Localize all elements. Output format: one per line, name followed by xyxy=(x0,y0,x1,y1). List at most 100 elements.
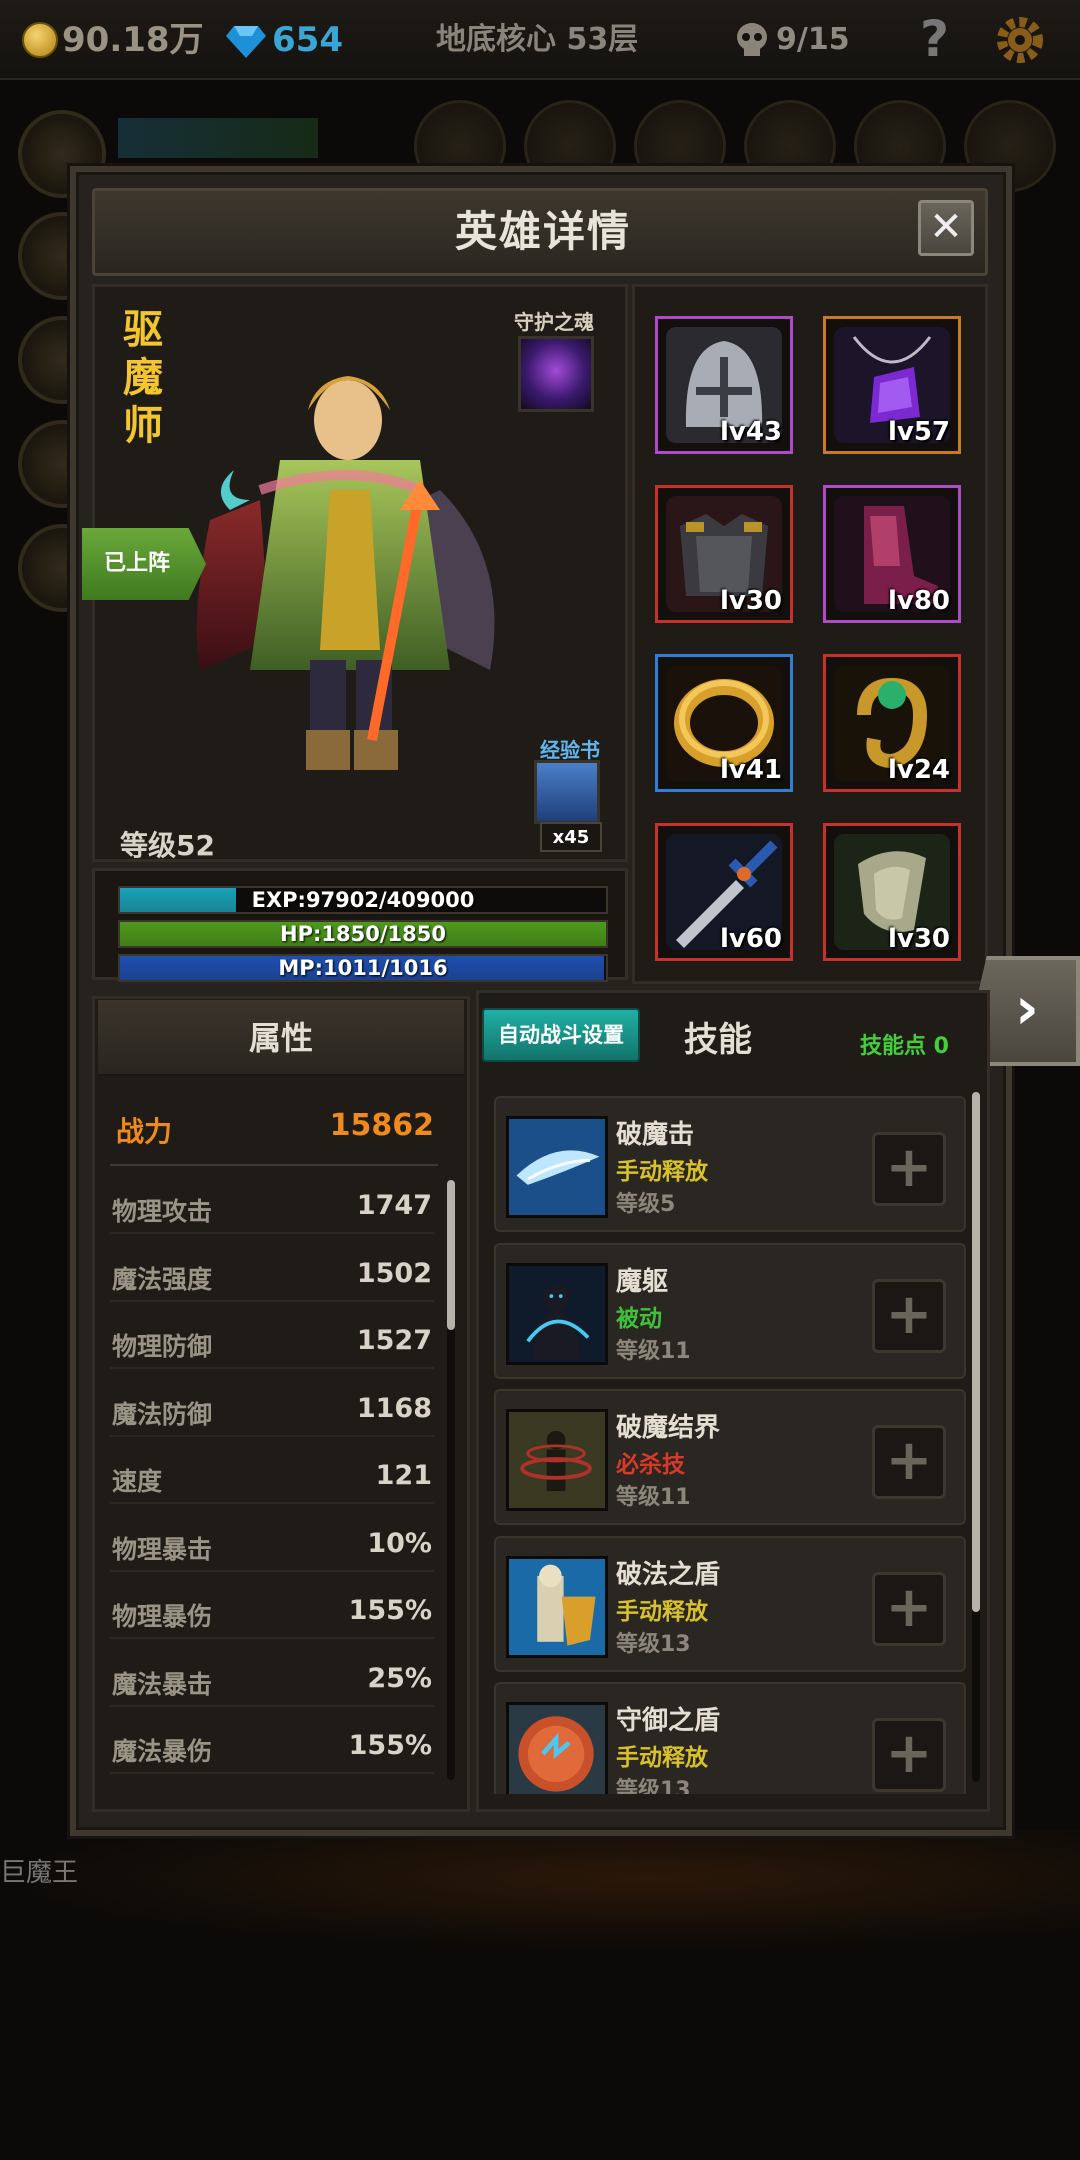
background-boss-label: 巨魔王 xyxy=(0,1858,79,1888)
skill-upgrade-button[interactable]: + xyxy=(872,1278,946,1353)
attribute-label: 物理防御 xyxy=(112,1332,213,1361)
barrier-icon xyxy=(506,1409,608,1511)
attribute-divider xyxy=(110,1704,434,1707)
attribute-divider xyxy=(110,1232,434,1234)
exp-bar-text: EXP:97902/409000 xyxy=(251,888,475,912)
skill-type: 手动释放 xyxy=(616,1159,708,1185)
attributes-scrollbar[interactable] xyxy=(447,1180,455,1780)
skills-list: 破魔击 手动释放 等级5 + 魔躯 被动 等级11 + 破魔结界 必杀技 等级11 + 破法之盾 手动释放… xyxy=(486,1094,970,1794)
attribute-divider xyxy=(110,1569,434,1572)
equipment-slot-helmet[interactable]: lv43 xyxy=(655,316,793,454)
attribute-label: 魔法暴击 xyxy=(112,1669,213,1699)
equipment-level: lv41 xyxy=(719,755,782,785)
skill-upgrade-button[interactable]: + xyxy=(872,1571,946,1646)
attribute-value: 155% xyxy=(348,1730,432,1761)
power-value: 15862 xyxy=(329,1108,434,1143)
hp-bar-text: HP:1850/1850 xyxy=(280,922,446,946)
attribute-row: 物理防御 1527 xyxy=(110,1315,434,1369)
gold-coin-icon xyxy=(22,22,58,58)
guardian-soul-icon[interactable] xyxy=(518,336,594,412)
equipment-slot-gem-ring[interactable]: lv24 xyxy=(823,654,961,792)
dungeon-location[interactable]: 地底核心 53层 xyxy=(436,14,638,66)
blade-wave-icon xyxy=(506,1116,608,1218)
equipment-slot-ring[interactable]: lv41 xyxy=(655,654,793,792)
gear-icon[interactable] xyxy=(992,12,1048,68)
skill-type: 手动释放 xyxy=(616,1745,708,1771)
equipment-slot-armor[interactable]: lv30 xyxy=(655,485,793,623)
equipment-slot-amulet[interactable]: lv57 xyxy=(823,316,961,454)
attribute-label: 物理暴伤 xyxy=(112,1602,213,1631)
skill-upgrade-button[interactable]: + xyxy=(872,1425,946,1499)
attribute-label: 魔法强度 xyxy=(112,1264,213,1294)
attribute-label: 物理攻击 xyxy=(112,1197,213,1226)
skills-scroll-thumb[interactable] xyxy=(972,1092,980,1612)
diamond-icon xyxy=(226,26,266,58)
gold-amount: 90.18万 xyxy=(62,20,204,60)
skill-row[interactable]: 守御之盾 手动释放 等级13 + xyxy=(494,1682,966,1794)
mp-bar: MP:1011/1016 xyxy=(118,954,608,982)
power-label: 战力 xyxy=(116,1115,173,1148)
attribute-label: 物理暴击 xyxy=(112,1534,213,1564)
equipment-level: lv60 xyxy=(719,924,782,954)
attribute-value: 10% xyxy=(367,1527,432,1559)
attribute-value: 1747 xyxy=(356,1190,432,1221)
attribute-divider xyxy=(110,1637,434,1639)
exp-bar: EXP:97902/409000 xyxy=(118,886,608,914)
background-glow xyxy=(0,1830,1080,1950)
attribute-row: 物理暴击 10% xyxy=(110,1518,434,1572)
hero-character-art xyxy=(196,376,495,770)
hero-level: 等级52 xyxy=(120,829,215,862)
skull-counter: 9/15 xyxy=(776,22,850,57)
close-button[interactable]: ✕ xyxy=(918,200,974,256)
attribute-divider xyxy=(110,1299,434,1302)
top-bar: 90.18万 654 地底核心 53层 9/15 ? xyxy=(0,0,1080,80)
exp-book-icon[interactable] xyxy=(534,760,600,824)
skill-row[interactable]: 破法之盾 手动释放 等级13 + xyxy=(494,1535,966,1672)
guard-shield-icon xyxy=(506,1702,608,1794)
attribute-value: 155% xyxy=(348,1595,432,1626)
auto-battle-settings-button[interactable]: 自动战斗设置 xyxy=(482,1008,640,1062)
skills-scrollbar[interactable] xyxy=(972,1092,980,1782)
equipment-slot-weapon[interactable]: lv60 xyxy=(655,823,793,961)
equipment-slot-boots[interactable]: lv80 xyxy=(823,485,961,623)
equipment-level: lv57 xyxy=(887,417,950,447)
skill-type: 必杀技 xyxy=(616,1452,685,1478)
skill-name: 破魔击 xyxy=(616,1120,695,1150)
skill-level: 等级13 xyxy=(616,1778,691,1794)
dialog-title: 英雄详情 xyxy=(454,207,631,256)
equipment-level: lv43 xyxy=(719,417,782,447)
attribute-row: 速度 121 xyxy=(110,1450,434,1504)
skill-type: 手动释放 xyxy=(616,1598,708,1625)
skill-level: 等级5 xyxy=(616,1192,676,1217)
mp-bar-text: MP:1011/1016 xyxy=(278,956,448,980)
attribute-row: 魔法强度 1502 xyxy=(110,1248,434,1302)
skill-upgrade-button[interactable]: + xyxy=(872,1718,946,1792)
exp-book-count: x45 xyxy=(540,822,602,852)
skill-row[interactable]: 魔躯 被动 等级11 + xyxy=(494,1242,966,1379)
equipment-level: lv30 xyxy=(887,924,950,954)
skill-level: 等级11 xyxy=(616,1338,691,1364)
attribute-value: 25% xyxy=(367,1662,432,1694)
skill-name: 破法之盾 xyxy=(616,1559,721,1590)
equipment-slot-offhand[interactable]: lv30 xyxy=(823,823,961,961)
hero-name: 驱魔师 xyxy=(123,307,163,449)
attribute-row: 魔法暴击 25% xyxy=(110,1653,434,1707)
skill-row[interactable]: 破魔结界 必杀技 等级11 + xyxy=(494,1389,966,1525)
skill-upgrade-button[interactable]: + xyxy=(872,1132,946,1206)
title-bar: 英雄详情 xyxy=(92,188,988,276)
gem-amount: 654 xyxy=(272,20,343,60)
attribute-divider xyxy=(110,1502,434,1504)
attribute-label: 魔法防御 xyxy=(112,1399,213,1429)
attribute-divider xyxy=(110,1367,434,1369)
attributes-scroll-thumb[interactable] xyxy=(447,1180,455,1330)
help-button[interactable]: ? xyxy=(920,10,949,68)
skill-name: 魔躯 xyxy=(616,1266,669,1297)
guardian-soul-label: 守护之魂 xyxy=(514,310,594,334)
skull-icon xyxy=(737,23,767,56)
background-bar xyxy=(118,118,318,158)
skill-row[interactable]: 破魔击手动释放等级5 + xyxy=(494,1096,966,1232)
equipment-level: lv80 xyxy=(887,586,950,616)
equipment-level: lv24 xyxy=(887,755,950,785)
deployed-tag: 已上阵 xyxy=(82,528,206,600)
attribute-value: 1168 xyxy=(356,1392,432,1424)
